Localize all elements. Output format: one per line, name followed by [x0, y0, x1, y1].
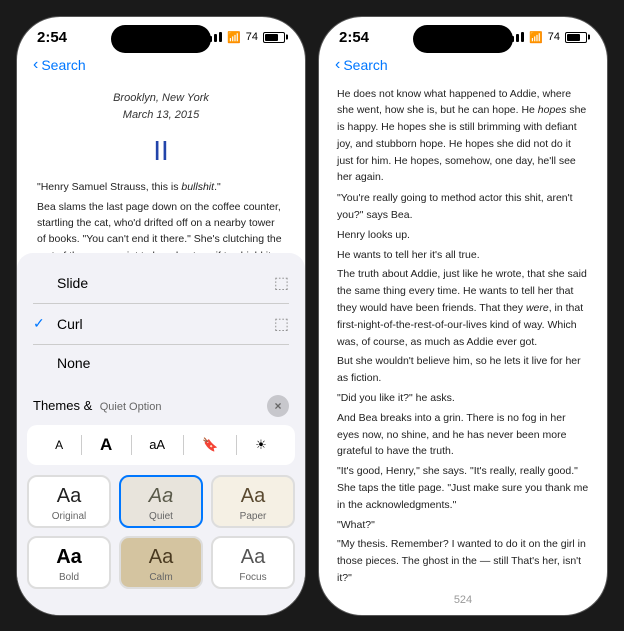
theme-quiet[interactable]: Aa Quiet	[119, 475, 203, 528]
theme-focus[interactable]: Aa Focus	[211, 536, 295, 589]
theme-original-aa: Aa	[57, 485, 81, 508]
search-bar-left[interactable]: ‹ Search	[17, 52, 305, 82]
menu-item-curl[interactable]: ✓ Curl ⬚	[33, 304, 289, 345]
brightness-button[interactable]: ☀	[249, 435, 273, 455]
page-number: 524	[319, 590, 607, 610]
right-para-2: "You're really going to method actor thi…	[337, 190, 589, 224]
theme-bold[interactable]: Aa Bold	[27, 536, 111, 589]
theme-bold-label: Bold	[59, 572, 79, 583]
status-icons-right: 📶 74	[506, 31, 587, 44]
search-bar-right[interactable]: ‹ Search	[319, 52, 607, 82]
quiet-option-label: Quiet Option	[100, 401, 162, 413]
theme-focus-label: Focus	[239, 572, 266, 583]
theme-grid: Aa Original Aa Quiet Aa Paper Aa Bold Aa	[17, 469, 305, 595]
search-label-right: Search	[343, 57, 387, 73]
reading-controls: A A aA 🔖 ☀	[27, 425, 295, 465]
battery-icon-right	[565, 32, 587, 43]
menu-item-none[interactable]: None	[33, 345, 289, 381]
slide-menu: Slide ⬚ ✓ Curl ⬚ None	[17, 253, 305, 387]
divider-2	[131, 435, 132, 455]
themes-header: Themes & Quiet Option ×	[17, 387, 305, 421]
small-font-button[interactable]: A	[49, 436, 69, 454]
right-para-4: He wants to tell her it's all true.	[337, 247, 589, 264]
theme-quiet-aa: Aa	[149, 485, 173, 508]
book-content-right: He does not know what happened to Addie,…	[319, 82, 607, 590]
phone-right: 2:54 📶 74 ‹ Search	[318, 16, 608, 616]
theme-quiet-label: Quiet	[149, 511, 173, 522]
checkmark-curl: ✓	[33, 315, 49, 332]
menu-label-slide: Slide	[57, 275, 88, 291]
dynamic-island	[111, 25, 211, 53]
divider-4	[236, 435, 237, 455]
right-para-5: The truth about Addie, just like he wrot…	[337, 266, 589, 350]
theme-calm[interactable]: Aa Calm	[119, 536, 203, 589]
phone-left: 2:54 📶 74 ‹ Search	[16, 16, 306, 616]
book-location-line1: Brooklyn, New York	[37, 90, 285, 108]
menu-label-curl: Curl	[57, 316, 83, 332]
font-style-button[interactable]: aA	[143, 435, 171, 454]
phones-container: 2:54 📶 74 ‹ Search	[16, 16, 608, 616]
scroll-icon: ⬚	[274, 273, 289, 293]
wifi-icon-right: 📶	[529, 31, 543, 44]
divider-1	[81, 435, 82, 455]
theme-paper[interactable]: Aa Paper	[211, 475, 295, 528]
close-button[interactable]: ×	[267, 395, 289, 417]
back-arrow-icon-right: ‹	[335, 56, 340, 74]
theme-original-label: Original	[52, 511, 86, 522]
right-para-6: But she wouldn't believe him, so he lets…	[337, 353, 589, 387]
themes-title: Themes &	[33, 398, 92, 413]
battery-level-left: 74	[246, 31, 258, 43]
status-time-right: 2:54	[339, 29, 369, 46]
search-label-left: Search	[41, 57, 85, 73]
menu-item-slide[interactable]: Slide ⬚	[33, 263, 289, 304]
chapter-number: II	[37, 129, 285, 174]
right-para-7: "Did you like it?" he asks.	[337, 390, 589, 407]
page-icon: ⬚	[274, 314, 289, 334]
bookmark-button[interactable]: 🔖	[196, 435, 224, 455]
overlay-panel: Slide ⬚ ✓ Curl ⬚ None	[17, 253, 305, 615]
book-para-1: "Henry Samuel Strauss, this is bullshit.…	[37, 179, 285, 195]
status-time-left: 2:54	[37, 29, 67, 46]
theme-calm-aa: Aa	[149, 546, 173, 569]
right-para-10: "What?"	[337, 517, 589, 534]
battery-icon-left	[263, 32, 285, 43]
back-button-right[interactable]: ‹ Search	[335, 56, 388, 74]
right-para-8: And Bea breaks into a grin. There is no …	[337, 410, 589, 460]
wifi-icon: 📶	[227, 31, 241, 44]
right-para-9: "It's good, Henry," she says. "It's real…	[337, 463, 589, 513]
back-button-left[interactable]: ‹ Search	[33, 56, 86, 74]
theme-focus-aa: Aa	[241, 546, 265, 569]
battery-level-right: 74	[548, 31, 560, 43]
menu-label-none: None	[57, 355, 90, 371]
right-para-1: He does not know what happened to Addie,…	[337, 86, 589, 187]
theme-calm-label: Calm	[149, 572, 172, 583]
back-arrow-icon: ‹	[33, 56, 38, 74]
status-icons-left: 📶 74	[204, 31, 285, 44]
theme-paper-label: Paper	[240, 511, 267, 522]
dynamic-island-right	[413, 25, 513, 53]
right-para-11: "My thesis. Remember? I wanted to do it …	[337, 536, 589, 586]
right-para-3: Henry looks up.	[337, 227, 589, 244]
book-header: Brooklyn, New York March 13, 2015	[37, 90, 285, 125]
divider-3	[183, 435, 184, 455]
theme-original[interactable]: Aa Original	[27, 475, 111, 528]
large-font-button[interactable]: A	[94, 433, 118, 457]
theme-bold-aa: Aa	[56, 546, 82, 569]
book-location-line2: March 13, 2015	[37, 107, 285, 125]
theme-paper-aa: Aa	[241, 485, 265, 508]
